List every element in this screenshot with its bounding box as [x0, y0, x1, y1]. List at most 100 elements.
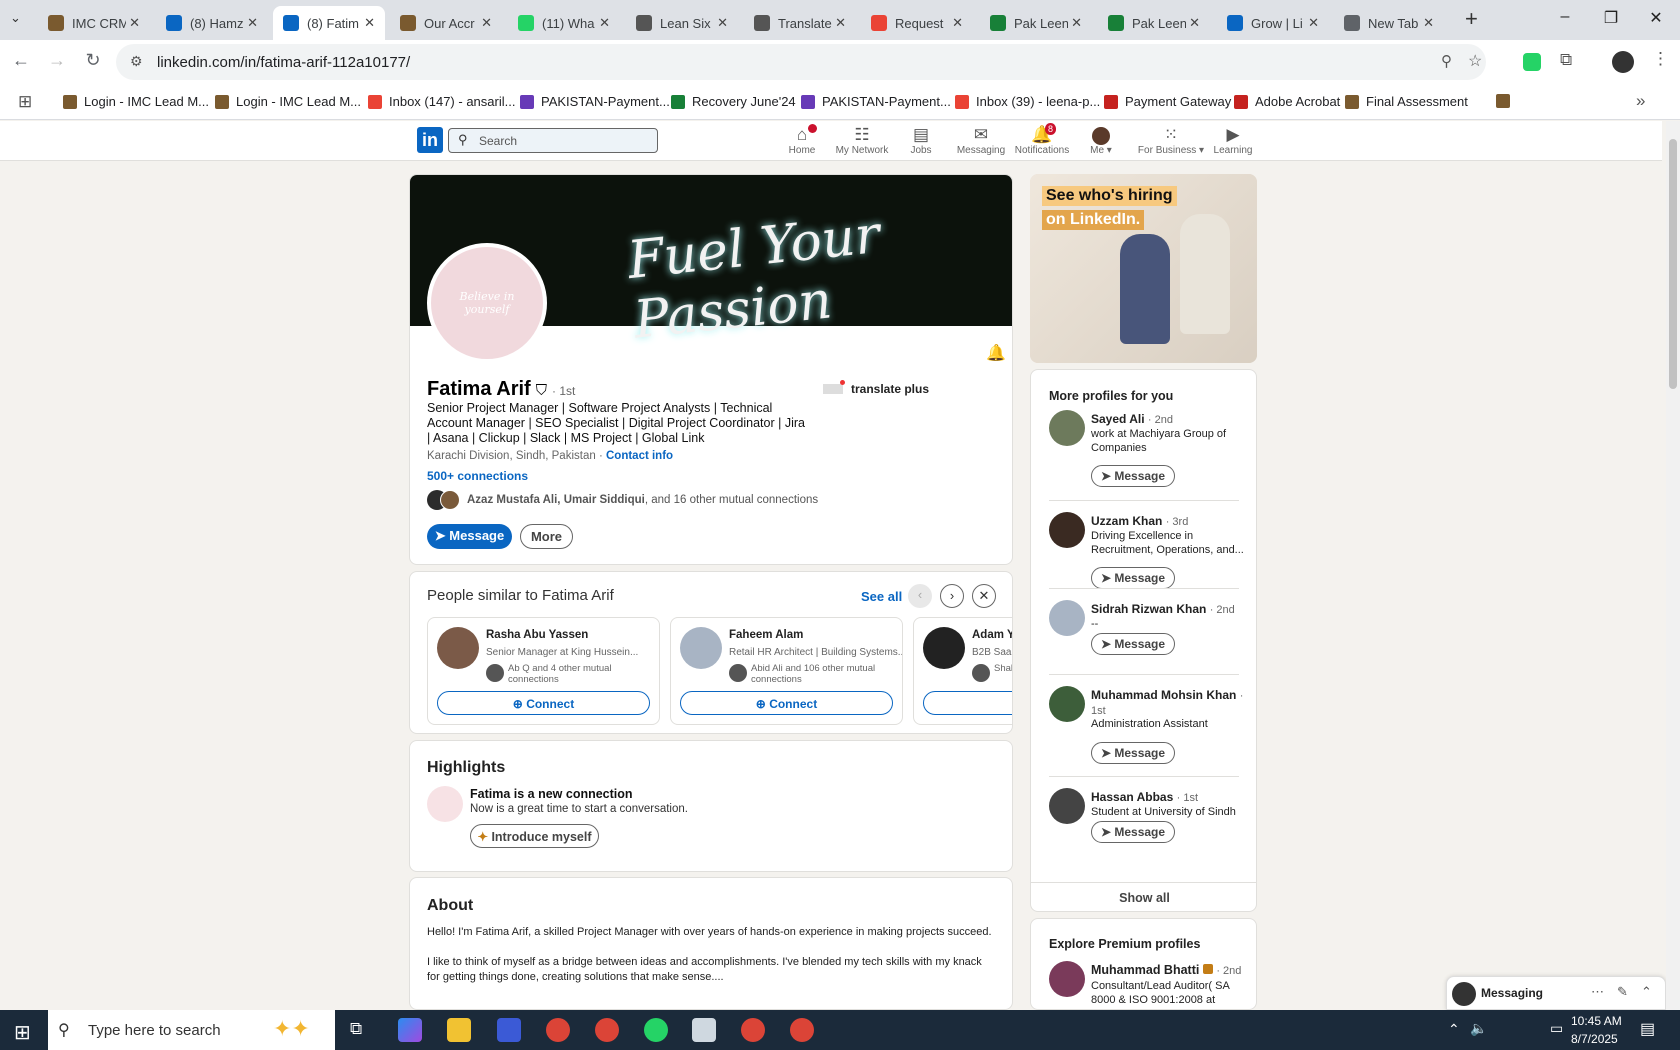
bookmark-item[interactable]: Payment Gateway: [1104, 94, 1231, 109]
bell-icon[interactable]: 🔔: [986, 343, 1006, 363]
volume-icon[interactable]: 🔈: [1470, 1020, 1487, 1037]
tab-search-button[interactable]: ⌄: [10, 10, 21, 26]
mutual-connections[interactable]: Azaz Mustafa Ali, Umair Siddiqui, and 16…: [467, 494, 818, 506]
linkedin-logo[interactable]: in: [417, 127, 443, 153]
address-bar[interactable]: ⚙ linkedin.com/in/fatima-arif-112a10177/…: [116, 44, 1486, 80]
minimize-button[interactable]: –: [1550, 8, 1580, 26]
carousel-prev-button[interactable]: ‹: [908, 584, 932, 608]
browser-tab[interactable]: (8) Fatim ✕: [273, 6, 385, 40]
bookmark-star-icon[interactable]: ☆: [1468, 51, 1482, 71]
similar-person-card[interactable]: Adam Ya B2B SaaS C Shabl conn ⊕: [913, 617, 1012, 725]
more-bookmarks-icon[interactable]: »: [1636, 91, 1645, 111]
carousel-next-button[interactable]: ›: [940, 584, 964, 608]
bookmark-item[interactable]: Final Assessment: [1345, 94, 1468, 109]
site-info-icon[interactable]: ⚙: [130, 53, 143, 70]
browser-tab[interactable]: Lean Six ✕: [626, 6, 738, 40]
linkedin-search-input[interactable]: ⚲ Search: [448, 128, 658, 153]
bookmark-item[interactable]: Login - IMC Lead M...: [215, 94, 361, 109]
tab-close-icon[interactable]: ✕: [1071, 15, 1082, 31]
reload-button[interactable]: ↻: [78, 50, 108, 71]
message-button[interactable]: ➤ Message: [427, 524, 512, 549]
network-icon[interactable]: ▭: [1550, 1020, 1563, 1037]
tab-close-icon[interactable]: ✕: [1308, 15, 1319, 31]
profile-avatar[interactable]: [1049, 410, 1085, 446]
page-scrollbar[interactable]: [1666, 121, 1680, 1010]
extension-whatsapp-icon[interactable]: [1523, 53, 1541, 71]
tab-close-icon[interactable]: ✕: [599, 15, 610, 31]
close-window-button[interactable]: ✕: [1641, 8, 1671, 28]
chevron-up-icon[interactable]: ⌃: [1641, 984, 1652, 1000]
verified-icon[interactable]: ⛉: [536, 382, 547, 399]
profile-avatar[interactable]: [1049, 686, 1085, 722]
clock-time[interactable]: 10:45 AM: [1571, 1014, 1622, 1028]
profile-avatar[interactable]: [1049, 600, 1085, 636]
profile-photo[interactable]: Believe in yourself: [427, 243, 547, 363]
premium-name[interactable]: Muhammad Bhatti: [1091, 963, 1199, 977]
task-view-icon[interactable]: ⧉: [350, 1019, 362, 1039]
bookmark-item[interactable]: Inbox (39) - leena-p...: [955, 94, 1100, 109]
nav-learning[interactable]: ▶ Learning: [1193, 125, 1273, 156]
apps-icon[interactable]: ⊞: [18, 92, 32, 112]
whatsapp-icon[interactable]: [644, 1018, 668, 1042]
messaging-more-icon[interactable]: ⋯: [1591, 984, 1604, 1000]
message-button[interactable]: ➤ Message: [1091, 821, 1175, 843]
extensions-icon[interactable]: ⧉: [1560, 50, 1572, 70]
connect-button[interactable]: ⊕ Connect: [437, 691, 650, 715]
tab-close-icon[interactable]: ✕: [129, 15, 140, 31]
person-name[interactable]: Adam Ya: [972, 629, 1012, 641]
profile-name[interactable]: Hassan Abbas: [1091, 790, 1173, 804]
profile-name[interactable]: Sayed Ali: [1091, 412, 1145, 426]
clock-date[interactable]: 8/7/2025: [1571, 1032, 1618, 1046]
tab-close-icon[interactable]: ✕: [1423, 15, 1434, 31]
browser-tab[interactable]: New Tab ✕: [1334, 6, 1444, 40]
connect-button[interactable]: ⊕ Connect: [680, 691, 893, 715]
browser-tab[interactable]: Translate ✕: [744, 6, 856, 40]
chrome-icon[interactable]: [790, 1018, 814, 1042]
profile-name[interactable]: Sidrah Rizwan Khan: [1091, 602, 1206, 616]
message-button[interactable]: ➤ Message: [1091, 465, 1175, 487]
profile-avatar[interactable]: [1049, 788, 1085, 824]
message-button[interactable]: ➤ Message: [1091, 633, 1175, 655]
taskbar-search[interactable]: ⚲ Type here to search ✦✦: [48, 1010, 335, 1050]
new-tab-button[interactable]: +: [1465, 6, 1478, 32]
tab-close-icon[interactable]: ✕: [481, 15, 492, 31]
person-avatar[interactable]: [923, 627, 965, 669]
person-avatar[interactable]: [680, 627, 722, 669]
scrollbar-thumb[interactable]: [1669, 139, 1677, 389]
tab-close-icon[interactable]: ✕: [835, 15, 846, 31]
compose-icon[interactable]: ✎: [1617, 984, 1628, 1000]
message-button[interactable]: ➤ Message: [1091, 567, 1175, 589]
browser-tab[interactable]: Our Accr ✕: [390, 6, 502, 40]
person-name[interactable]: Faheem Alam: [729, 629, 803, 641]
browser-tab[interactable]: Request ✕: [861, 6, 973, 40]
app-icon[interactable]: [497, 1018, 521, 1042]
forward-button[interactable]: →: [42, 50, 72, 71]
tray-chevron-icon[interactable]: ⌃: [1448, 1021, 1460, 1038]
bookmark-item[interactable]: Adobe Acrobat: [1234, 94, 1340, 109]
see-all-link[interactable]: See all: [861, 589, 902, 604]
messaging-overlay[interactable]: Messaging ⋯ ✎ ⌃: [1446, 976, 1666, 1010]
more-button[interactable]: More: [520, 524, 573, 549]
browser-tab[interactable]: IMC CRM ✕: [38, 6, 150, 40]
bookmark-item[interactable]: Login - IMC Lead M...: [63, 94, 209, 109]
profile-avatar[interactable]: [1049, 512, 1085, 548]
browser-tab[interactable]: Pak Leen ✕: [980, 6, 1092, 40]
similar-person-card[interactable]: Faheem Alam Retail HR Architect | Buildin…: [670, 617, 903, 725]
profile-name[interactable]: Uzzam Khan: [1091, 514, 1162, 528]
chrome-icon[interactable]: [546, 1018, 570, 1042]
profile-name[interactable]: Muhammad Mohsin Khan: [1091, 688, 1236, 702]
profile-avatar[interactable]: [1612, 51, 1634, 73]
premium-avatar[interactable]: [1049, 961, 1085, 997]
bookmark-item[interactable]: Recovery June'24: [671, 94, 796, 109]
nav-avatar[interactable]: Me ▾: [1061, 125, 1141, 156]
similar-person-card[interactable]: Rasha Abu Yassen Senior Manager at King H…: [427, 617, 660, 725]
start-button[interactable]: ⊞: [14, 1020, 31, 1045]
browser-tab[interactable]: (8) Hamz ✕: [156, 6, 268, 40]
tab-close-icon[interactable]: ✕: [952, 15, 963, 31]
bookmark-item[interactable]: PAKISTAN-Payment...: [801, 94, 951, 109]
bookmark-item[interactable]: Inbox (147) - ansaril...: [368, 94, 515, 109]
back-button[interactable]: ←: [6, 50, 36, 71]
introduce-myself-button[interactable]: ✦ Introduce myself: [470, 824, 599, 848]
show-all-button[interactable]: Show all: [1031, 882, 1256, 911]
chrome-icon[interactable]: [595, 1018, 619, 1042]
